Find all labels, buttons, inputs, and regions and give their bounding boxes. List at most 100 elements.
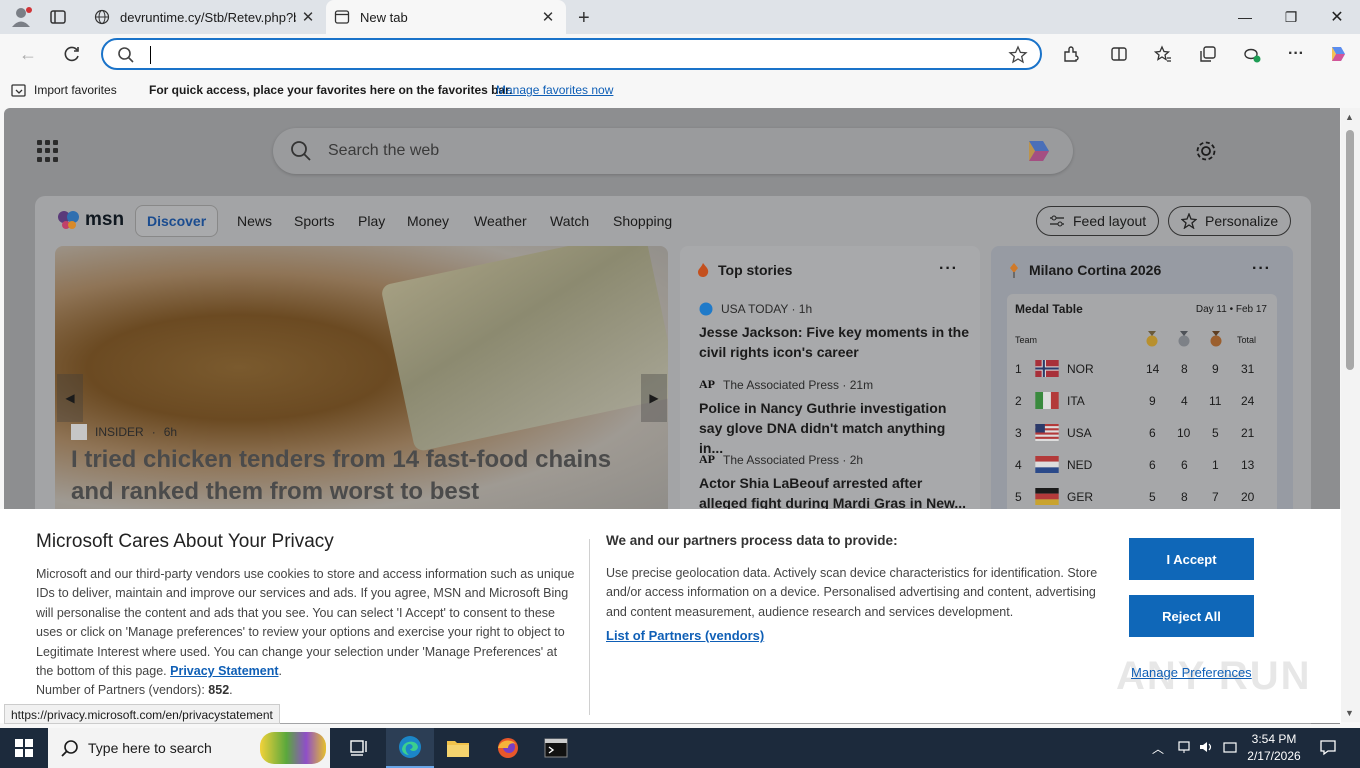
terminal-icon[interactable] — [532, 728, 580, 768]
tab-actions-icon[interactable] — [50, 9, 66, 30]
browser-essentials-icon[interactable] — [1236, 38, 1268, 70]
feed-layout-button[interactable]: Feed layout — [1036, 206, 1160, 236]
medal-row[interactable]: 4 NED 6 6 1 13 — [1007, 450, 1277, 482]
file-explorer-icon[interactable] — [434, 728, 482, 768]
carousel-next-button[interactable]: ▶ — [641, 374, 667, 422]
more-options-icon[interactable]: ··· — [1252, 260, 1271, 278]
medal-row[interactable]: 3 USA 6 10 5 21 — [1007, 418, 1277, 450]
scroll-thumb[interactable] — [1346, 130, 1354, 370]
copilot-icon[interactable] — [1023, 137, 1053, 170]
privacy-consent-dialog: Microsoft Cares About Your Privacy Micro… — [0, 509, 1341, 723]
flame-icon — [698, 263, 709, 277]
total-count: 31 — [1241, 362, 1255, 376]
extensions-icon[interactable] — [1055, 38, 1087, 70]
firefox-icon[interactable] — [484, 728, 532, 768]
privacy-statement-link[interactable]: Privacy Statement — [170, 664, 278, 678]
restore-button[interactable]: ❐ — [1268, 0, 1314, 34]
hero-image — [380, 246, 668, 453]
network-icon[interactable] — [1177, 740, 1191, 757]
story-headline[interactable]: Police in Nancy Guthrie investigation sa… — [699, 398, 969, 458]
personalize-button[interactable]: Personalize — [1168, 206, 1292, 236]
gold-count: 6 — [1149, 426, 1156, 440]
tab-strip: devruntime.cy/Stb/Retev.php?bl= ✕ New ta… — [0, 0, 1360, 34]
refresh-icon[interactable] — [56, 38, 88, 70]
copilot-icon[interactable] — [1322, 38, 1354, 70]
windows-start-icon[interactable] — [0, 728, 48, 768]
favorites-hint: For quick access, place your favorites h… — [149, 83, 513, 97]
taskbar-search-box[interactable]: Type here to search — [48, 728, 330, 768]
privacy-body-text: Microsoft and our third-party vendors us… — [36, 567, 575, 679]
hero-age: 6h — [163, 425, 178, 439]
address-input[interactable] — [101, 38, 1042, 70]
team-code: NOR — [1067, 362, 1094, 376]
back-arrow-icon[interactable]: ← — [12, 38, 44, 70]
import-favorites-button[interactable]: Import favorites — [11, 82, 117, 98]
split-screen-icon[interactable] — [1103, 38, 1135, 70]
favorite-star-icon[interactable] — [1008, 45, 1028, 70]
nav-tab-discover[interactable]: Discover — [135, 205, 219, 237]
more-menu-icon[interactable]: ··· — [1280, 38, 1312, 70]
olympic-torch-icon — [1010, 263, 1018, 278]
nav-tab-weather[interactable]: Weather — [474, 213, 527, 229]
reject-all-button[interactable]: Reject All — [1129, 595, 1254, 637]
close-tab-icon[interactable]: ✕ — [296, 5, 320, 29]
scroll-up-arrow-icon[interactable]: ▲ — [1345, 112, 1354, 122]
web-search-box[interactable]: Search the web — [273, 128, 1073, 174]
story-headline[interactable]: Jesse Jackson: Five key moments in the c… — [699, 322, 969, 362]
divider — [589, 539, 590, 715]
profile-icon[interactable] — [10, 6, 34, 28]
page-scrollbar[interactable]: ▲ ▼ — [1341, 108, 1360, 722]
nav-tab-news[interactable]: News — [237, 213, 272, 229]
nav-tab-watch[interactable]: Watch — [550, 213, 589, 229]
nav-tab-play[interactable]: Play — [358, 213, 385, 229]
notifications-icon[interactable] — [1319, 738, 1337, 759]
nav-tab-sports[interactable]: Sports — [294, 213, 334, 229]
hero-source-name: INSIDER — [95, 425, 144, 439]
top-stories-card: Top stories ··· USA TODAY · 1h Jesse Jac… — [680, 246, 980, 536]
total-count: 13 — [1241, 458, 1255, 472]
settings-gear-icon[interactable] — [1194, 139, 1218, 168]
manage-preferences-link[interactable]: Manage Preferences — [1131, 665, 1252, 680]
app-launcher-icon[interactable] — [37, 140, 59, 162]
tab-devruntime[interactable]: devruntime.cy/Stb/Retev.php?bl= ✕ — [84, 0, 326, 34]
clock-date: 2/17/2026 — [1247, 749, 1301, 763]
tab-new-tab[interactable]: New tab ✕ — [326, 0, 566, 34]
new-tab-plus-icon[interactable]: + — [578, 7, 590, 30]
volume-icon[interactable] — [1199, 740, 1215, 757]
manage-favorites-link[interactable]: Manage favorites now — [496, 83, 613, 97]
story-source: The Associated Press · 21m — [723, 377, 874, 392]
close-window-button[interactable]: ✕ — [1314, 0, 1360, 34]
favorites-icon[interactable] — [1147, 38, 1179, 70]
silver-count: 4 — [1181, 394, 1188, 408]
carousel-prev-button[interactable]: ◀ — [57, 374, 83, 422]
more-options-icon[interactable]: ··· — [939, 260, 958, 278]
scroll-down-arrow-icon[interactable]: ▼ — [1345, 708, 1354, 718]
story-item[interactable]: AP The Associated Press · 2h Actor Shia … — [699, 452, 969, 513]
total-count: 21 — [1241, 426, 1255, 440]
show-hidden-icons-chevron-icon[interactable]: ︿ — [1152, 740, 1164, 757]
hero-carousel[interactable]: ◀ ▶ INSIDER · 6h I tried chicken tenders… — [55, 246, 668, 516]
medal-table[interactable]: Medal Table Day 11 • Feb 17 Team Total 1… — [1007, 294, 1277, 534]
story-headline[interactable]: Actor Shia LaBeouf arrested after allege… — [699, 473, 969, 513]
silver-count: 8 — [1181, 362, 1188, 376]
keyboard-language-icon[interactable] — [1223, 740, 1237, 757]
nav-tab-shopping[interactable]: Shopping — [613, 213, 672, 229]
edge-taskbar-icon[interactable] — [386, 728, 434, 768]
task-view-icon[interactable] — [336, 728, 384, 768]
msn-butterfly-icon — [58, 211, 79, 229]
nav-tab-money[interactable]: Money — [407, 213, 449, 229]
story-item[interactable]: AP The Associated Press · 21m Police in … — [699, 377, 969, 458]
partners-list-link[interactable]: List of Partners (vendors) — [606, 628, 764, 643]
medal-row[interactable]: 1 NOR 14 8 9 31 — [1007, 354, 1277, 386]
medal-row[interactable]: 2 ITA 9 4 11 24 — [1007, 386, 1277, 418]
system-clock[interactable]: 3:54 PM 2/17/2026 — [1240, 731, 1308, 765]
hero-headline[interactable]: I tried chicken tenders from 14 fast-foo… — [71, 444, 651, 508]
sparkle-star-icon — [1181, 213, 1197, 229]
msn-logo[interactable]: msn — [57, 209, 124, 231]
close-tab-icon[interactable]: ✕ — [536, 5, 560, 29]
accept-button[interactable]: I Accept — [1129, 538, 1254, 580]
collections-icon[interactable] — [1192, 38, 1224, 70]
story-item[interactable]: USA TODAY · 1h Jesse Jackson: Five key m… — [699, 302, 969, 362]
minimize-button[interactable]: — — [1222, 0, 1268, 34]
silver-count: 10 — [1177, 426, 1191, 440]
